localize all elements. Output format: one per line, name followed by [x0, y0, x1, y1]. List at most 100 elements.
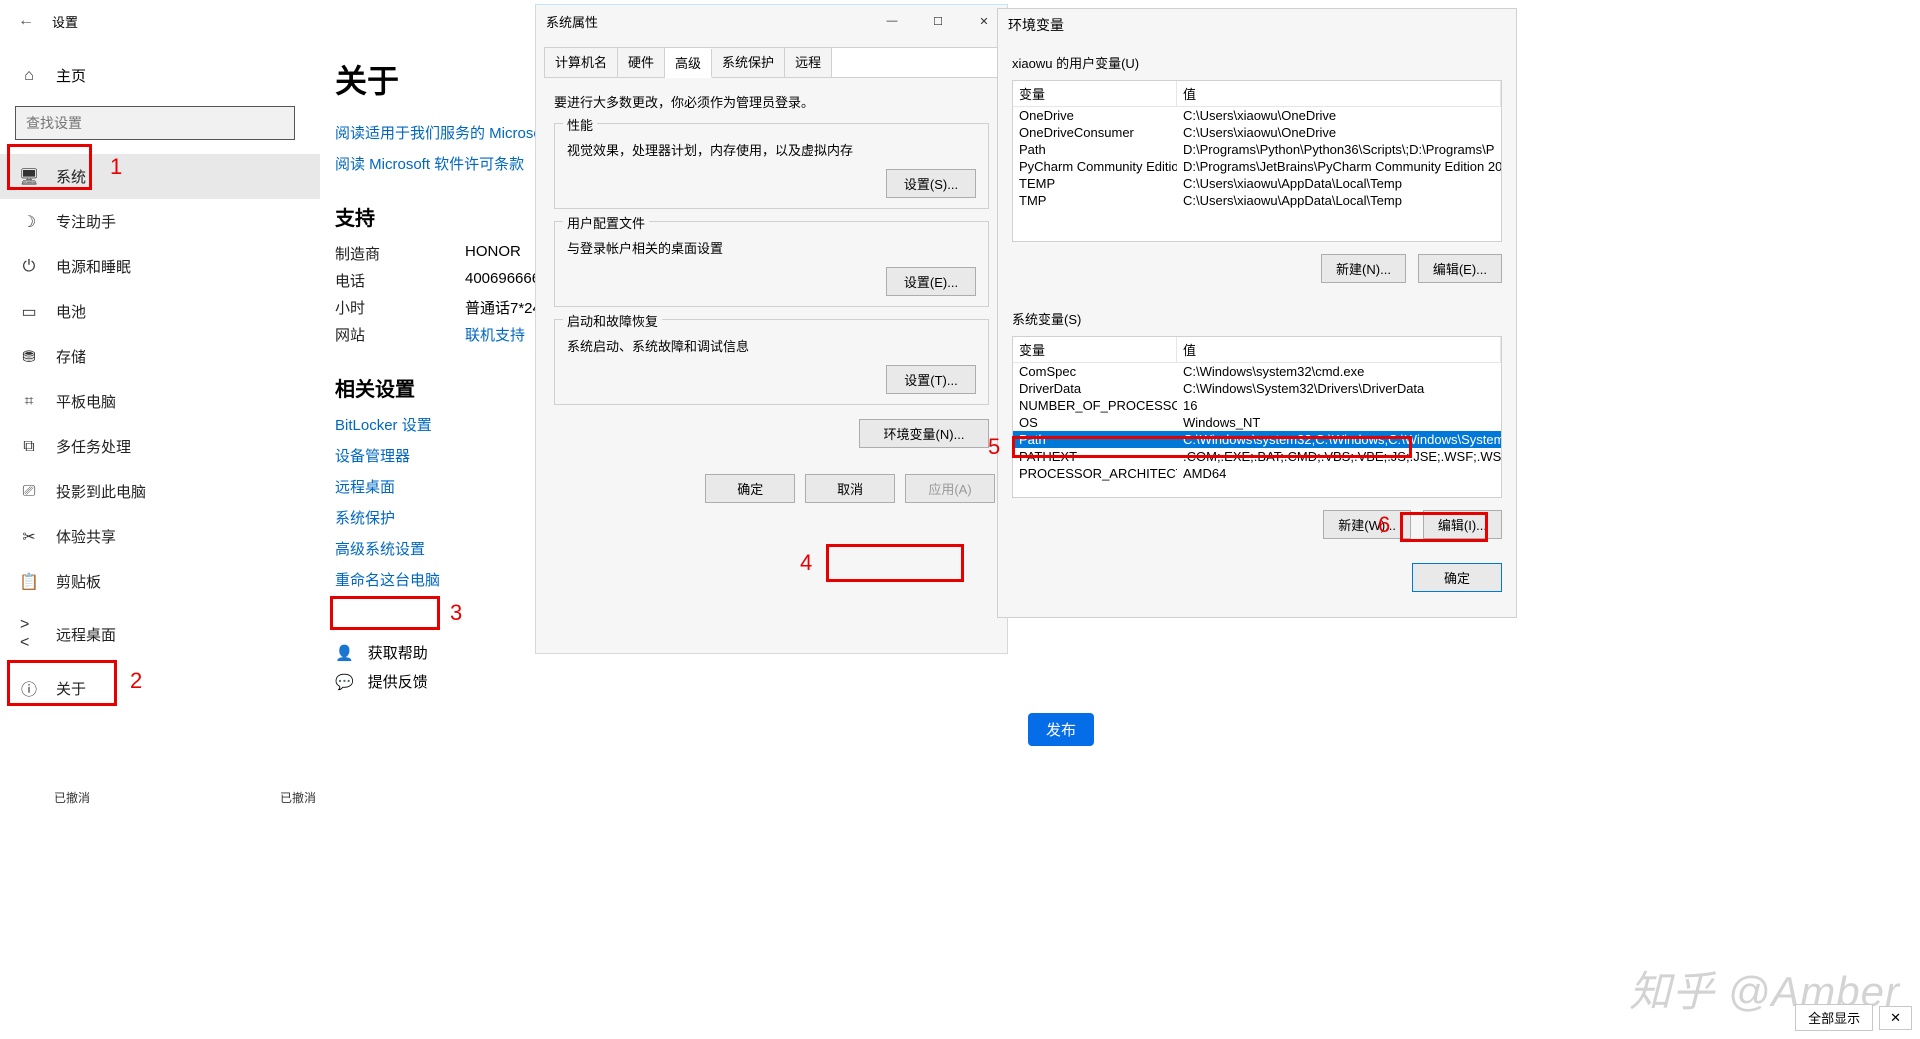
home-label: 主页	[56, 65, 86, 86]
search-container	[15, 106, 305, 140]
sidebar-item-7[interactable]: ⎚ 投影到此电脑	[0, 469, 320, 514]
ok-button[interactable]: 确定	[705, 474, 795, 503]
var-row[interactable]: PathD:\Programs\Python\Python36\Scripts\…	[1013, 141, 1501, 158]
undo-text-1: 已撤消	[54, 789, 90, 806]
sidebar-icon: ☽	[20, 212, 38, 232]
sidebar-item-label: 远程桌面	[56, 624, 116, 645]
var-row[interactable]: OneDriveConsumerC:\Users\xiaowu\OneDrive	[1013, 124, 1501, 141]
sidebar-item-3[interactable]: ▭ 电池	[0, 289, 320, 334]
sidebar-icon: ><	[20, 616, 38, 652]
bottom-right-controls: 全部显示 ✕	[1795, 1004, 1912, 1031]
sidebar-item-0[interactable]: 🖥 系统	[0, 154, 320, 199]
sys-vars-table[interactable]: 变量值 ComSpecC:\Windows\system32\cmd.exeDr…	[1012, 336, 1502, 498]
give-feedback[interactable]: 💬 提供反馈	[335, 671, 1005, 692]
var-row[interactable]: DriverDataC:\Windows\System32\Drivers\Dr…	[1013, 380, 1501, 397]
sysprop-title: 系统属性	[536, 12, 598, 31]
publish-area: 发布	[1028, 713, 1094, 746]
sidebar-icon: ✂	[20, 527, 38, 547]
startup-recovery-group: 启动和故障恢复 系统启动、系统故障和调试信息 设置(T)...	[554, 319, 989, 405]
apply-button[interactable]: 应用(A)	[905, 474, 995, 503]
envdlg-title: 环境变量	[998, 9, 1516, 47]
var-row[interactable]: TMPC:\Users\xiaowu\AppData\Local\Temp	[1013, 192, 1501, 209]
tab-2[interactable]: 高级	[665, 49, 712, 78]
sidebar-item-5[interactable]: ⌗ 平板电脑	[0, 379, 320, 424]
sidebar-item-label: 存储	[56, 346, 86, 367]
close-x-button[interactable]: ✕	[1879, 1006, 1912, 1030]
tab-0[interactable]: 计算机名	[545, 48, 618, 77]
feedback-icon: 💬	[335, 673, 354, 691]
sidebar-item-10[interactable]: >< 远程桌面	[0, 604, 320, 664]
minimize-button[interactable]: —	[869, 5, 915, 37]
tab-4[interactable]: 远程	[785, 48, 832, 77]
sidebar-home[interactable]: ⌂ 主页	[0, 55, 320, 96]
var-row[interactable]: TEMPC:\Users\xiaowu\AppData\Local\Temp	[1013, 175, 1501, 192]
sidebar-item-8[interactable]: ✂体验共享	[0, 514, 320, 559]
publish-button[interactable]: 发布	[1028, 713, 1094, 746]
back-arrow-icon[interactable]: ←	[18, 12, 34, 30]
sidebar-item-label: 关于	[56, 678, 86, 699]
maximize-button[interactable]: ☐	[915, 5, 961, 37]
sidebar-item-1[interactable]: ☽ 专注助手	[0, 199, 320, 244]
sidebar-item-6[interactable]: ⧉ 多任务处理	[0, 424, 320, 469]
search-input[interactable]	[15, 106, 295, 140]
var-row[interactable]: PROCESSOR_ARCHITECTUREAMD64	[1013, 465, 1501, 482]
env-ok-button[interactable]: 确定	[1412, 563, 1502, 592]
tab-3[interactable]: 系统保护	[712, 48, 785, 77]
sidebar-item-9[interactable]: 📋 剪贴板	[0, 559, 320, 604]
var-row[interactable]: ComSpecC:\Windows\system32\cmd.exe	[1013, 363, 1501, 380]
user-profile-group: 用户配置文件 与登录帐户相关的桌面设置 设置(E)...	[554, 221, 989, 307]
sidebar-icon: ⛃	[20, 347, 38, 367]
var-row[interactable]: PathC:\Windows\system32;C:\Windows;C:\Wi…	[1013, 431, 1501, 448]
settings-titlebar: ← 设置	[0, 6, 320, 36]
show-all-button[interactable]: 全部显示	[1795, 1004, 1873, 1031]
settings-title: 设置	[52, 12, 78, 31]
sysprop-tabs: 计算机名硬件高级系统保护远程	[544, 47, 999, 78]
user-vars-table[interactable]: 变量值 OneDriveC:\Users\xiaowu\OneDriveOneD…	[1012, 80, 1502, 242]
var-row[interactable]: OneDriveC:\Users\xiaowu\OneDrive	[1013, 107, 1501, 124]
sidebar-item-label: 系统	[56, 166, 86, 187]
sidebar-item-label: 多任务处理	[56, 436, 131, 457]
user-edit-button[interactable]: 编辑(E)...	[1418, 254, 1502, 283]
sidebar-item-label: 电池	[56, 301, 86, 322]
env-variables-dialog: 环境变量 xiaowu 的用户变量(U) 变量值 OneDriveC:\User…	[997, 8, 1517, 618]
sys-vars-label: 系统变量(S)	[998, 303, 1516, 332]
sysprop-footer: 确定 取消 应用(A)	[536, 466, 1007, 515]
performance-group: 性能 视觉效果，处理器计划，内存使用，以及虚拟内存 设置(S)...	[554, 123, 989, 209]
sys-new-button[interactable]: 新建(W)...	[1323, 510, 1411, 539]
system-properties-dialog: 系统属性 — ☐ ✕ 计算机名硬件高级系统保护远程 要进行大多数更改，你必须作为…	[535, 4, 1008, 654]
sys-edit-button[interactable]: 编辑(I)...	[1423, 510, 1502, 539]
var-row[interactable]: PATHEXT.COM;.EXE;.BAT;.CMD;.VBS;.VBE;.JS…	[1013, 448, 1501, 465]
sidebar-icon: ⌗	[20, 393, 38, 411]
help-icon: 👤	[335, 644, 354, 662]
undo-text-2: 已撤消	[280, 789, 316, 806]
cancel-button[interactable]: 取消	[805, 474, 895, 503]
sysprop-titlebar: 系统属性 — ☐ ✕	[536, 5, 1007, 37]
var-row[interactable]: NUMBER_OF_PROCESSORS16	[1013, 397, 1501, 414]
tab-1[interactable]: 硬件	[618, 48, 665, 77]
user-vars-label: xiaowu 的用户变量(U)	[998, 47, 1516, 76]
sidebar-icon: ⓘ	[20, 676, 38, 700]
sidebar-item-2[interactable]: ⏻电源和睡眠	[0, 244, 320, 289]
profile-settings-button[interactable]: 设置(E)...	[886, 267, 976, 296]
user-new-button[interactable]: 新建(N)...	[1321, 254, 1406, 283]
env-variables-button[interactable]: 环境变量(N)...	[859, 419, 989, 448]
sidebar-item-label: 专注助手	[56, 211, 116, 232]
perf-settings-button[interactable]: 设置(S)...	[886, 169, 976, 198]
sidebar-icon: ▭	[20, 302, 38, 322]
sidebar-icon: ⎚	[20, 483, 38, 501]
sidebar-icon: 🖥	[20, 167, 38, 187]
admin-note: 要进行大多数更改，你必须作为管理员登录。	[554, 92, 989, 111]
sidebar-item-label: 剪贴板	[56, 571, 101, 592]
startup-settings-button[interactable]: 设置(T)...	[886, 365, 976, 394]
sidebar-icon: 📋	[20, 572, 38, 592]
var-row[interactable]: OSWindows_NT	[1013, 414, 1501, 431]
sidebar-icon: ⏻	[20, 258, 38, 276]
sidebar-item-4[interactable]: ⛃ 存储	[0, 334, 320, 379]
home-icon: ⌂	[20, 67, 38, 85]
var-row[interactable]: PyCharm Community EditionD:\Programs\Jet…	[1013, 158, 1501, 175]
sidebar-item-label: 平板电脑	[56, 391, 116, 412]
sidebar-icon: ⧉	[20, 438, 38, 456]
sidebar-item-11[interactable]: ⓘ 关于	[0, 664, 320, 712]
sidebar-item-label: 投影到此电脑	[56, 481, 146, 502]
settings-sidebar: ⌂ 主页 🖥 系统 ☽ 专注助手 ⏻电源和睡眠 ▭ 电池 ⛃ 存储 ⌗ 平板电脑 ⧉ 多任务处理 ⎚ 投影到…	[0, 55, 320, 712]
